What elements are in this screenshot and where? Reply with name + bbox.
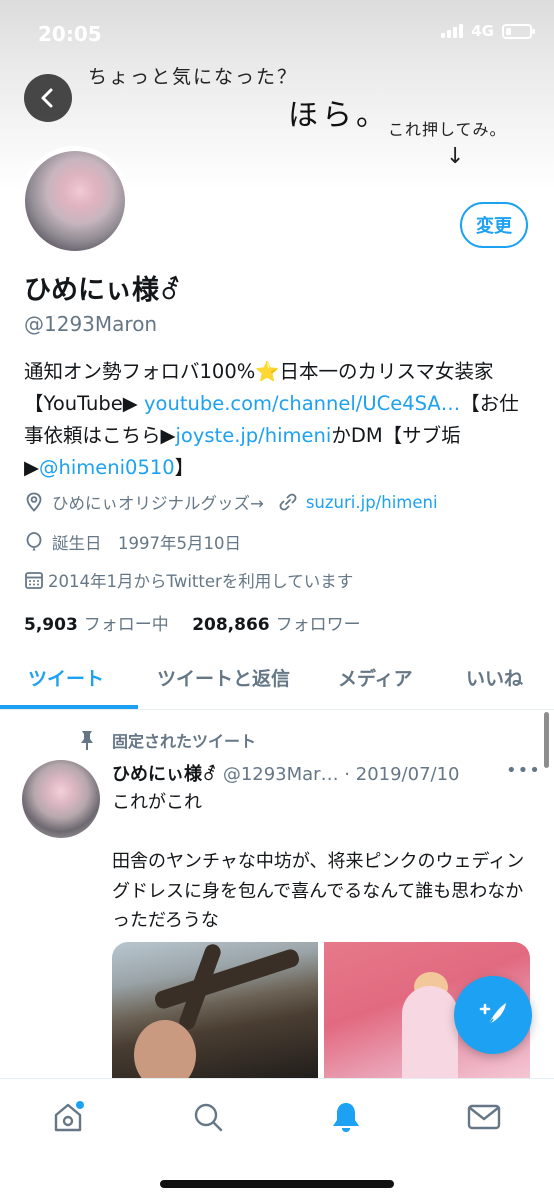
following-label: フォロー中 [83, 615, 169, 635]
tweet-more-button[interactable]: ••• [506, 760, 541, 781]
followers-count: 208,866 [192, 615, 270, 635]
profile-joined-date: 2014年1月からTwitterを利用しています [48, 572, 354, 591]
home-icon [54, 1101, 84, 1132]
tab-tweets[interactable]: ツイート [28, 664, 104, 691]
following-count: 5,903 [24, 615, 78, 635]
nav-notifications[interactable] [326, 1097, 366, 1137]
scrollbar[interactable] [544, 712, 549, 768]
display-name: ひめにぃ様⚦ [24, 275, 182, 306]
tweet-text: これがこれ 田舎のヤンチャな中坊が、将来ピンクのウェディングドレスに身を包んで喜… [112, 792, 525, 931]
followers-link[interactable]: 208,866 フォロワー [192, 615, 360, 635]
tab-media[interactable]: メディア [338, 664, 413, 691]
followers-label: フォロワー [275, 615, 361, 635]
nav-messages[interactable] [464, 1097, 504, 1137]
status-time: 20:05 [38, 22, 102, 46]
following-link[interactable]: 5,903 フォロー中 [24, 615, 169, 635]
bio-text-4: 】 [174, 456, 195, 479]
profile-birthday: 誕生日 1997年5月10日 [52, 534, 241, 553]
nav-search[interactable] [188, 1097, 228, 1137]
profile-tabs: ツイート ツイートと返信 メディア いいね [0, 648, 554, 710]
profile-meta-birthday-row: 誕生日 1997年5月10日 [24, 530, 241, 554]
profile-bio: 通知オン勢フォロバ100%⭐日本一のカリスマ女装家【YouTube▶ youtu… [24, 356, 534, 484]
battery-icon [502, 23, 535, 39]
tweet-header: ひめにぃ様⚦ @1293Mar… · 2019/07/10 [112, 760, 532, 786]
search-icon [194, 1103, 223, 1132]
pin-icon [81, 731, 93, 750]
bio-link-joyste[interactable]: joyste.jp/himeni [176, 424, 332, 447]
edit-profile-button[interactable]: 変更 [460, 202, 528, 248]
active-tab-indicator [0, 705, 138, 709]
balloon-icon [24, 532, 44, 552]
network-type: 4G [471, 22, 494, 40]
pinned-tweet-label: 固定されたツイート [76, 728, 256, 752]
pinned-label-text: 固定されたツイート [112, 732, 257, 751]
bell-icon [333, 1103, 359, 1132]
profile-location: ひめにぃオリジナルグッズ→ [52, 494, 264, 513]
banner-arrow: ↓ [446, 144, 465, 169]
tab-tweets-and-replies[interactable]: ツイートと返信 [157, 664, 290, 691]
compose-tweet-button[interactable] [454, 976, 532, 1054]
banner-text-line1: ちょっと気になった？ [88, 66, 299, 88]
calendar-icon [24, 570, 44, 590]
signal-icon [441, 24, 464, 38]
link-icon [278, 492, 298, 512]
tweet-author-name[interactable]: ひめにぃ様⚦ [112, 764, 217, 785]
tweet-avatar[interactable] [22, 760, 100, 838]
follow-stats: 5,903 フォロー中 208,866 フォロワー [24, 610, 361, 635]
back-button[interactable] [24, 74, 72, 122]
profile-meta-joined-row: 2014年1月からTwitterを利用しています [24, 568, 353, 592]
tweet-media-1[interactable] [112, 942, 318, 1082]
bio-link-youtube[interactable]: youtube.com/channel/UCe4SA… [144, 392, 460, 415]
tab-likes[interactable]: いいね [466, 664, 523, 691]
compose-icon [479, 1003, 506, 1028]
location-icon [24, 492, 44, 512]
mail-icon [467, 1104, 501, 1130]
avatar-image [25, 151, 125, 251]
profile-meta-location-row: ひめにぃオリジナルグッズ→ suzuri.jp/himeni [24, 490, 438, 514]
home-indicator [160, 1180, 394, 1188]
back-arrow-icon [41, 88, 53, 108]
bio-link-sub-account[interactable]: @himeni0510 [39, 456, 175, 479]
nav-home[interactable] [48, 1097, 88, 1137]
profile-website-link[interactable]: suzuri.jp/himeni [306, 493, 438, 512]
user-handle: @1293Maron [24, 312, 158, 336]
tweet-handle-date: @1293Mar… · 2019/07/10 [217, 764, 460, 785]
banner-text-line3: これ押してみ。 [388, 120, 507, 139]
banner-text-line2: ほら。 [288, 98, 390, 133]
profile-avatar[interactable] [20, 146, 130, 256]
status-indicators: 4G [441, 22, 535, 40]
